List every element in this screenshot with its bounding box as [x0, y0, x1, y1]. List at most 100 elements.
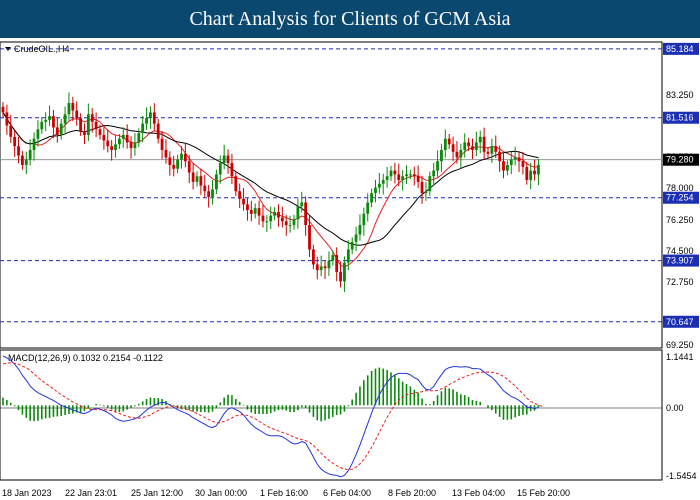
candle-body	[48, 116, 51, 120]
candle-body	[160, 138, 164, 150]
candle-body	[265, 221, 269, 223]
candle-body	[412, 174, 416, 177]
candle-body	[13, 136, 17, 147]
candle-body	[486, 151, 490, 154]
candle-body	[203, 185, 207, 192]
time-tick: 30 Jan 00:00	[195, 488, 247, 498]
candle-body	[98, 129, 102, 135]
candle-body	[28, 149, 32, 160]
macd-label: MACD(12,26,9) 0.1032 0.2154 -0.1122	[8, 353, 163, 363]
candle-body	[211, 189, 214, 197]
candle-body	[304, 202, 308, 226]
price-tick: 74.500	[666, 246, 694, 256]
price-tick: 78.000	[666, 183, 694, 193]
candle-body	[494, 146, 498, 152]
candle-body	[199, 176, 203, 186]
candle-body	[149, 112, 152, 119]
current-price-label: 79.280	[666, 155, 694, 165]
candle-body	[296, 206, 300, 220]
candle-body	[195, 176, 199, 182]
candle-body	[358, 225, 362, 235]
candle-body	[517, 157, 521, 162]
macd-tick: -1.5454	[666, 471, 697, 481]
candle-body	[75, 110, 79, 119]
candle-body	[280, 217, 284, 222]
candle-body	[36, 129, 40, 139]
macd-tick: 0.00	[666, 403, 684, 413]
candle-body	[59, 123, 63, 135]
candle-body	[377, 183, 381, 188]
candle-body	[222, 155, 226, 164]
candle-body	[366, 202, 370, 214]
candle-body	[261, 215, 265, 222]
chart-title: Chart Analysis for Clients of GCM Asia	[0, 0, 700, 38]
candle-body	[312, 249, 315, 265]
time-axis: 18 Jan 2023 22 Jan 23:01 25 Jan 12:00 30…	[2, 488, 570, 498]
time-tick: 8 Feb 20:00	[388, 488, 436, 498]
candle-body	[490, 146, 494, 154]
price-chart[interactable]: CrudeOIL.,H4 83.250 79.750 78.000 76.250…	[0, 38, 700, 500]
candle-body	[152, 112, 156, 124]
candle-body	[513, 157, 517, 160]
candle-body	[459, 149, 463, 158]
candle-body	[502, 161, 505, 171]
candle-body	[187, 161, 191, 173]
candle-body	[156, 123, 160, 139]
candle-body	[83, 131, 86, 135]
candle-body	[370, 193, 373, 203]
candle-body	[525, 166, 529, 180]
candle-body	[145, 118, 148, 124]
candle-body	[110, 146, 114, 150]
candle-body	[67, 103, 71, 115]
candle-body	[94, 121, 98, 130]
candle-body	[350, 241, 354, 250]
candle-body	[440, 149, 443, 162]
level-price-label: 77.254	[666, 193, 694, 203]
candle-body	[451, 144, 455, 152]
macd-panel	[0, 349, 663, 481]
candle-body	[393, 170, 397, 175]
candle-body	[471, 146, 474, 150]
candle-body	[118, 138, 121, 145]
candle-body	[327, 260, 331, 269]
candle-body	[533, 170, 536, 175]
candle-body	[385, 176, 389, 180]
candle-body	[40, 121, 44, 130]
candle-body	[288, 225, 292, 227]
candle-body	[277, 211, 280, 218]
candle-body	[432, 170, 436, 177]
candle-body	[180, 153, 183, 160]
candle-body	[319, 266, 323, 271]
candle-body	[521, 161, 525, 167]
candle-body	[537, 164, 540, 175]
candle-body	[478, 136, 482, 143]
candle-body	[509, 159, 513, 165]
candle-body	[443, 138, 447, 150]
candle-body	[253, 208, 257, 214]
candle-body	[529, 170, 533, 180]
candle-body	[428, 176, 432, 192]
candle-body	[482, 136, 486, 152]
candle-body	[114, 144, 117, 150]
candle-body	[300, 202, 304, 207]
candle-body	[424, 191, 428, 194]
candle-body	[463, 142, 467, 150]
candle-body	[331, 255, 335, 261]
candle-body	[137, 133, 141, 143]
candle-body	[292, 219, 296, 226]
candle-body	[172, 164, 176, 169]
candle-body	[498, 151, 502, 162]
level-price-label: 81.516	[666, 113, 694, 123]
candle-body	[397, 174, 401, 180]
time-tick: 25 Jan 12:00	[131, 488, 183, 498]
candle-body	[9, 125, 13, 137]
candle-body	[381, 179, 385, 184]
candle-body	[315, 264, 319, 271]
candle-body	[102, 134, 106, 141]
candle-body	[52, 116, 55, 128]
candle-body	[506, 164, 509, 171]
candle-body	[164, 149, 168, 158]
candle-body	[234, 176, 238, 192]
level-price-label: 85.184	[666, 44, 694, 54]
time-tick: 6 Feb 04:00	[323, 488, 371, 498]
